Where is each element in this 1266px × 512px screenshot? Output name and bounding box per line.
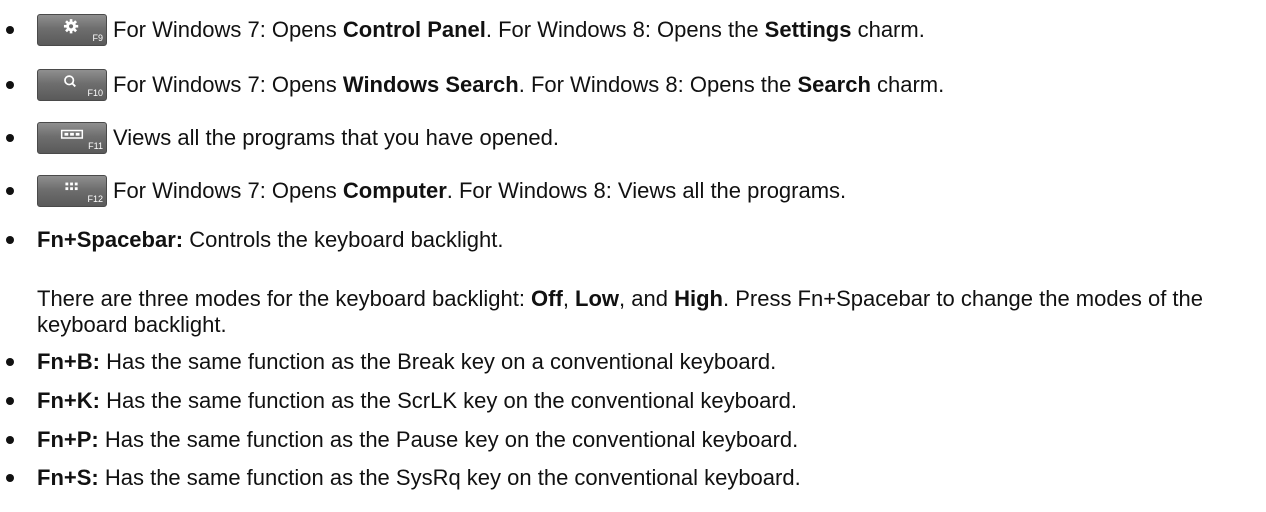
bullet: [6, 81, 14, 89]
list-item-content: F12 For Windows 7: Opens Computer. For W…: [37, 175, 846, 207]
text-segment: , and: [619, 286, 675, 311]
item-text: For Windows 7: Opens Computer. For Windo…: [113, 178, 846, 204]
shortcut-term: Fn+S:: [37, 465, 99, 490]
bold-term: Control Panel: [342, 17, 486, 42]
text-segment: For Windows 7: Opens: [113, 17, 343, 42]
bullet: [6, 26, 14, 34]
list-item-content: Fn+K: Has the same function as the ScrLK…: [37, 388, 797, 414]
f10-key-image: F10: [37, 69, 107, 101]
text-segment: There are three modes for the keyboard b…: [37, 286, 532, 311]
shortcut-term: Fn+P:: [37, 427, 99, 452]
item-text: For Windows 7: Opens Windows Search. For…: [113, 72, 944, 98]
list-item-content: Fn+B: Has the same function as the Break…: [37, 349, 776, 375]
item-text: Views all the programs that you have ope…: [113, 125, 559, 151]
text-segment: For Windows 7: Opens: [113, 72, 343, 97]
shortcut-description: Has the same function as the ScrLK key o…: [99, 388, 798, 413]
bold-term: Search: [797, 72, 871, 97]
shortcut-description: Has the same function as the Break key o…: [99, 349, 777, 374]
bullet: [6, 474, 14, 482]
text-segment: . For Windows 8: Opens the: [518, 72, 798, 97]
list-item-content: Fn+Spacebar: Controls the keyboard backl…: [37, 227, 504, 253]
shortcut-term: Fn+K:: [37, 388, 100, 413]
f9-key-image: F9: [37, 14, 107, 46]
list-item-content: Fn+P: Has the same function as the Pause…: [37, 427, 798, 453]
shortcut-description: Has the same function as the Pause key o…: [98, 427, 799, 452]
bullet: [6, 187, 14, 195]
bold-term: Windows Search: [342, 72, 519, 97]
bullet: [6, 358, 14, 366]
key-label: F12: [87, 194, 103, 204]
list-item-content: F9 For Windows 7: Opens Control Panel. F…: [37, 14, 925, 46]
list-item-content: F10 For Windows 7: Opens Windows Search.…: [37, 69, 944, 101]
backlight-paragraph: There are three modes for the keyboard b…: [37, 286, 1257, 338]
text-segment: . For Windows 8: Views all the programs.: [446, 178, 847, 203]
bold-term: High: [674, 286, 723, 311]
shortcut-description: Controls the keyboard backlight.: [183, 227, 504, 252]
bold-term: Off: [531, 286, 563, 311]
text-segment: For Windows 7: Opens: [113, 178, 343, 203]
f12-key-image: F12: [37, 175, 107, 207]
text-segment: . For Windows 8: Opens the: [485, 17, 765, 42]
bold-term: Settings: [764, 17, 852, 42]
bold-term: Computer: [342, 178, 447, 203]
list-item-content: Fn+S: Has the same function as the SysRq…: [37, 465, 801, 491]
key-label: F11: [88, 141, 103, 151]
text-segment: charm.: [870, 72, 945, 97]
item-text: For Windows 7: Opens Control Panel. For …: [113, 17, 925, 43]
text-segment: charm.: [851, 17, 925, 42]
shortcut-term: Fn+B:: [37, 349, 100, 374]
key-label: F9: [92, 33, 103, 43]
bullet: [6, 236, 14, 244]
f11-key-image: F11: [37, 122, 107, 154]
bullet: [6, 397, 14, 405]
key-label: F10: [87, 88, 103, 98]
list-item-content: F11 Views all the programs that you have…: [37, 122, 559, 154]
shortcut-description: Has the same function as the SysRq key o…: [98, 465, 801, 490]
bold-term: Low: [575, 286, 620, 311]
text-segment: ,: [562, 286, 576, 311]
text-segment: Views all the programs that you have ope…: [113, 125, 559, 150]
bullet: [6, 134, 14, 142]
shortcut-term: Fn+Spacebar:: [37, 227, 184, 252]
bullet: [6, 436, 14, 444]
